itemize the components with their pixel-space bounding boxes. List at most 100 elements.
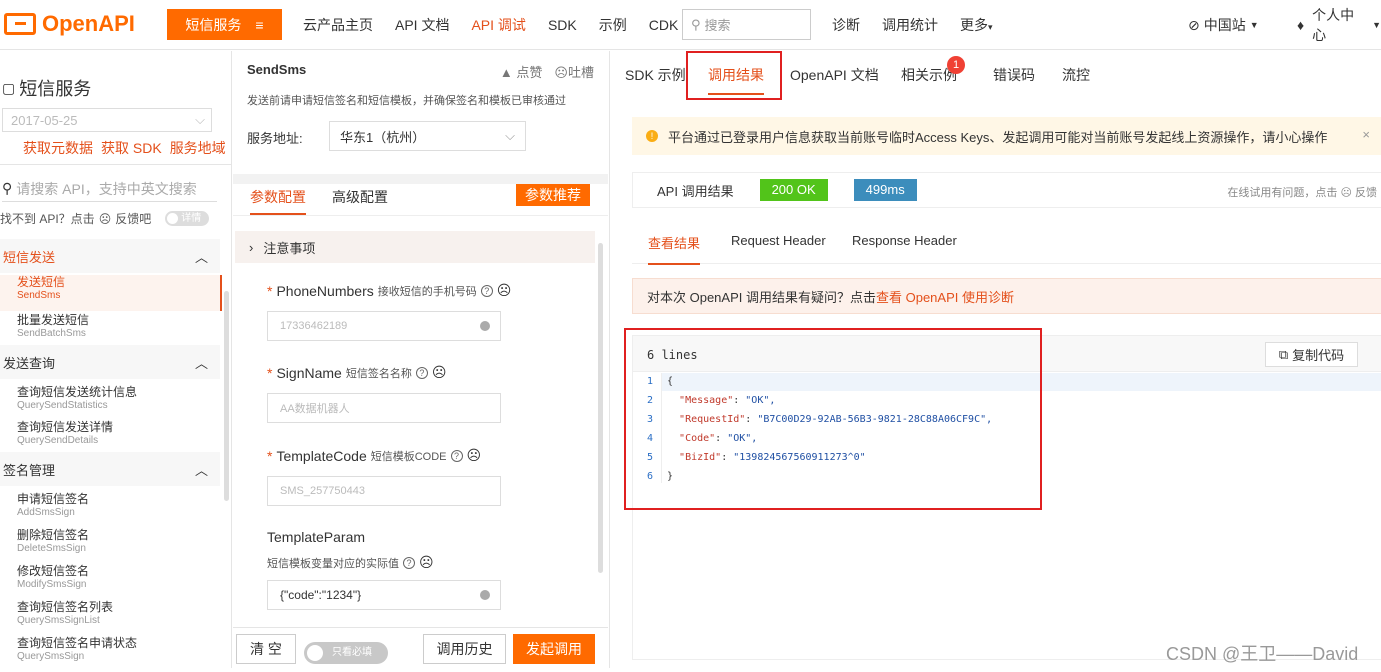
diagnose-link[interactable]: 查看 OpenAPI 使用诊断 <box>876 287 1014 306</box>
nav-api-docs[interactable]: API 文档 <box>395 15 449 35</box>
thumbs-up-icon: ▲ <box>499 65 513 80</box>
call-history-button[interactable]: 调用历史 <box>423 634 506 664</box>
get-metadata-link[interactable]: 获取元数据 <box>23 138 93 158</box>
required-only-toggle[interactable]: 只看必填 <box>304 642 388 664</box>
endpoint-select[interactable]: 华东1（杭州） ⌵ <box>329 121 526 151</box>
nav-product-home[interactable]: 云产品主页 <box>303 15 373 35</box>
help-icon[interactable]: ? <box>403 556 415 569</box>
tab-advanced-config[interactable]: 高级配置 <box>332 187 388 213</box>
api-sidebar: ▢ 短信服务 2017-05-25 ⌵ 获取元数据 获取 SDK 服务地域 ⚲ 请搜索… <box>0 51 232 668</box>
api-item-name: 申请短信签名 <box>17 492 90 506</box>
api-item-sendsms[interactable]: 发送短信 SendSms <box>0 275 222 311</box>
api-item-name: 发送短信 <box>17 275 66 289</box>
tab-view-result[interactable]: 查看结果 <box>648 233 701 265</box>
group-send-query[interactable]: 发送查询 ︿ <box>0 345 220 379</box>
top-search-input[interactable]: ⚲ 搜索 <box>682 9 811 40</box>
nav-sdk[interactable]: SDK <box>548 17 577 33</box>
close-icon[interactable]: × <box>1362 127 1370 142</box>
field-name: TemplateCode <box>276 447 367 464</box>
tab-sdk-example[interactable]: SDK 示例 <box>625 65 686 85</box>
signname-input[interactable]: AA数据机器人 <box>267 393 501 423</box>
tab-error-codes[interactable]: 错误码 <box>993 65 1035 85</box>
nav-api-debug[interactable]: API 调试 <box>471 15 525 35</box>
invoke-button[interactable]: 发起调用 <box>513 634 595 664</box>
tab-flow-control[interactable]: 流控 <box>1062 65 1090 85</box>
watermark: CSDN @王卫——David <box>1166 644 1359 664</box>
group-sms-send[interactable]: 短信发送 ︿ <box>0 239 220 273</box>
dislike-button[interactable]: ☹吐槽 <box>554 62 594 81</box>
api-item-sub: QuerySendStatistics <box>17 400 108 411</box>
api-description: 发送前请申请短信签名和短信模板，并确保签名和模板已审核通过 <box>247 95 566 107</box>
service-title: ▢ 短信服务 <box>2 75 91 101</box>
api-item-addsmssign[interactable]: 申请短信签名 AddSmsSign <box>0 492 222 528</box>
api-item-sendbatchsms[interactable]: 批量发送短信 SendBatchSms <box>0 313 222 349</box>
notice-collapse[interactable]: › 注意事项 <box>235 231 595 263</box>
api-item-deletesmssign[interactable]: 删除短信签名 DeleteSmsSign <box>0 528 222 564</box>
templatecode-input[interactable]: SMS_257750443 <box>267 476 501 506</box>
copy-label: 复制代码 <box>1292 348 1345 363</box>
api-item-sub: QuerySendDetails <box>17 435 99 446</box>
param-scrollbar[interactable] <box>598 243 603 573</box>
help-icon[interactable]: ? <box>415 366 428 379</box>
result-panel: SDK 示例 调用结果 OpenAPI 文档 相关示例 1 错误码 流控 ! 平台… <box>609 51 1381 668</box>
phonenumbers-input[interactable]: 17336462189 <box>267 311 501 341</box>
sad-face-icon[interactable]: ☹ <box>419 554 434 571</box>
help-link[interactable]: 反馈 <box>1355 187 1377 199</box>
templateparam-input[interactable]: {"code":"1234"} <box>267 580 501 610</box>
service-region-link[interactable]: 服务地域 <box>170 138 226 158</box>
api-item-sub: ModifySmsSign <box>17 579 87 590</box>
clear-icon[interactable] <box>480 590 490 600</box>
copy-icon: ⧉ <box>1278 346 1289 362</box>
search-icon: ⚲ <box>691 16 701 32</box>
field-hint: 短信模板变量对应的实际值 <box>267 557 399 570</box>
chevron-up-icon: ︿ <box>194 462 208 478</box>
api-item-querysmssignlist[interactable]: 查询短信签名列表 QuerySmsSignList <box>0 600 222 636</box>
section-divider <box>233 174 608 184</box>
api-item-name: 查询短信签名列表 <box>17 600 114 614</box>
help-icon[interactable]: ? <box>480 284 493 297</box>
help-icon[interactable]: ? <box>450 449 463 462</box>
get-sdk-link[interactable]: 获取 SDK <box>101 138 162 158</box>
copy-code-button[interactable]: ⧉ 复制代码 <box>1265 342 1358 367</box>
openapi-logo[interactable]: OpenAPI <box>4 10 135 38</box>
api-item-querysenddetails[interactable]: 查询短信发送详情 QuerySendDetails <box>0 420 222 456</box>
diagnose-banner: 对本次 OpenAPI 调用结果有疑问？点击 查看 OpenAPI 使用诊断 <box>632 278 1381 314</box>
sad-face-icon[interactable]: ☹ <box>497 282 512 299</box>
tab-param-config[interactable]: 参数配置 <box>250 187 306 215</box>
detail-toggle[interactable]: 详情 <box>165 211 210 226</box>
api-item-querysmssign[interactable]: 查询短信签名申请状态 QuerySmsSign <box>0 636 222 672</box>
api-item-name: 查询短信发送详情 <box>17 420 114 434</box>
search-placeholder: 搜索 <box>704 18 731 33</box>
version-select[interactable]: 2017-05-25 ⌵ <box>2 108 212 132</box>
user-center[interactable]: ♦ 个人中心 ▼ <box>1297 0 1381 50</box>
feedback-link[interactable]: 反馈吧 <box>115 210 151 227</box>
nav-call-stats[interactable]: 调用统计 <box>882 15 938 35</box>
sad-face-icon[interactable]: ☹ <box>432 364 447 381</box>
clear-icon[interactable] <box>480 321 490 331</box>
api-item-modifysmssign[interactable]: 修改短信签名 ModifySmsSign <box>0 564 222 600</box>
sad-face-icon[interactable]: ☹ <box>467 447 482 464</box>
sidebar-scrollbar[interactable] <box>224 291 229 501</box>
api-item-sub: SendSms <box>17 290 61 301</box>
product-menu-button[interactable]: 短信服务 ≡ <box>167 9 282 40</box>
api-search-input[interactable]: ⚲ 请搜索 API，支持中英文搜索 <box>2 176 217 202</box>
region-selector[interactable]: ⊘ 中国站 ▼ <box>1188 0 1259 50</box>
nav-cdk[interactable]: CDK <box>649 17 679 33</box>
api-item-querysendstatistics[interactable]: 查询短信发送统计信息 QuerySendStatistics <box>0 385 222 421</box>
tab-openapi-docs[interactable]: OpenAPI 文档 <box>790 65 879 85</box>
clear-button[interactable]: 清 空 <box>236 634 296 664</box>
param-recommend-button[interactable]: 参数推荐 <box>516 184 590 206</box>
tab-response-header[interactable]: Response Header <box>852 233 957 248</box>
nav-diagnose[interactable]: 诊断 <box>832 15 860 35</box>
like-button[interactable]: ▲ 点赞 <box>500 62 543 81</box>
search-icon: ⚲ <box>2 180 13 196</box>
field-label-phonenumbers: * PhoneNumbers 接收短信的手机号码? ☹ <box>267 282 511 299</box>
field-value: {"code":"1234"} <box>280 588 362 602</box>
field-hint: 接收短信的手机号码 <box>377 285 477 298</box>
logo-text: OpenAPI <box>42 11 135 36</box>
nav-more[interactable]: 更多▾ <box>960 15 993 35</box>
field-value: 17336462189 <box>280 320 348 332</box>
tab-request-header[interactable]: Request Header <box>731 233 826 248</box>
nav-examples[interactable]: 示例 <box>599 15 627 35</box>
group-sign-management[interactable]: 签名管理 ︿ <box>0 452 220 486</box>
